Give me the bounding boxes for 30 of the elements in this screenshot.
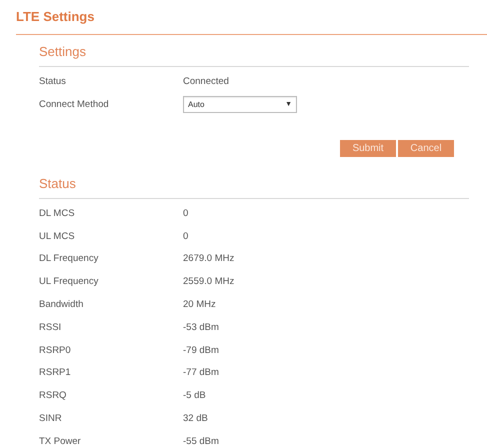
field-value: Connected bbox=[183, 76, 229, 87]
form-button[interactable]: Submit bbox=[340, 140, 396, 157]
status-value: 32 dB bbox=[183, 413, 208, 424]
field-label: Status bbox=[39, 76, 67, 87]
status-value: 2559.0 MHz bbox=[183, 276, 234, 288]
page-title: LTE Settings bbox=[16, 8, 96, 26]
status-label: RSRP1 bbox=[39, 367, 72, 378]
status-label: UL Frequency bbox=[39, 276, 100, 288]
status-label: SINR bbox=[39, 413, 63, 424]
status-label: UL MCS bbox=[39, 230, 76, 242]
status-value: -77 dBm bbox=[183, 367, 219, 378]
status-label: Bandwidth bbox=[39, 299, 84, 310]
status-label: RSSI bbox=[39, 322, 62, 333]
status-value: -55 dBm bbox=[183, 436, 219, 446]
status-label: DL Frequency bbox=[39, 253, 100, 264]
status-label: TX Power bbox=[39, 436, 82, 446]
status-value: 0 bbox=[183, 230, 188, 242]
status-value: -53 dBm bbox=[183, 322, 219, 333]
section-heading: Status bbox=[39, 176, 77, 192]
status-value: -5 dB bbox=[183, 390, 206, 402]
status-value: -79 dBm bbox=[183, 344, 219, 356]
field-label: Connect Method bbox=[39, 99, 110, 110]
status-value: 0 bbox=[183, 208, 188, 219]
section-heading: Settings bbox=[39, 44, 87, 60]
status-value: 20 MHz bbox=[183, 299, 216, 310]
status-value: 2679.0 MHz bbox=[183, 253, 234, 264]
form-button[interactable]: Cancel bbox=[398, 140, 454, 157]
status-label: RSRP0 bbox=[39, 344, 72, 356]
status-label: DL MCS bbox=[39, 208, 76, 219]
status-label: RSRQ bbox=[39, 390, 68, 402]
